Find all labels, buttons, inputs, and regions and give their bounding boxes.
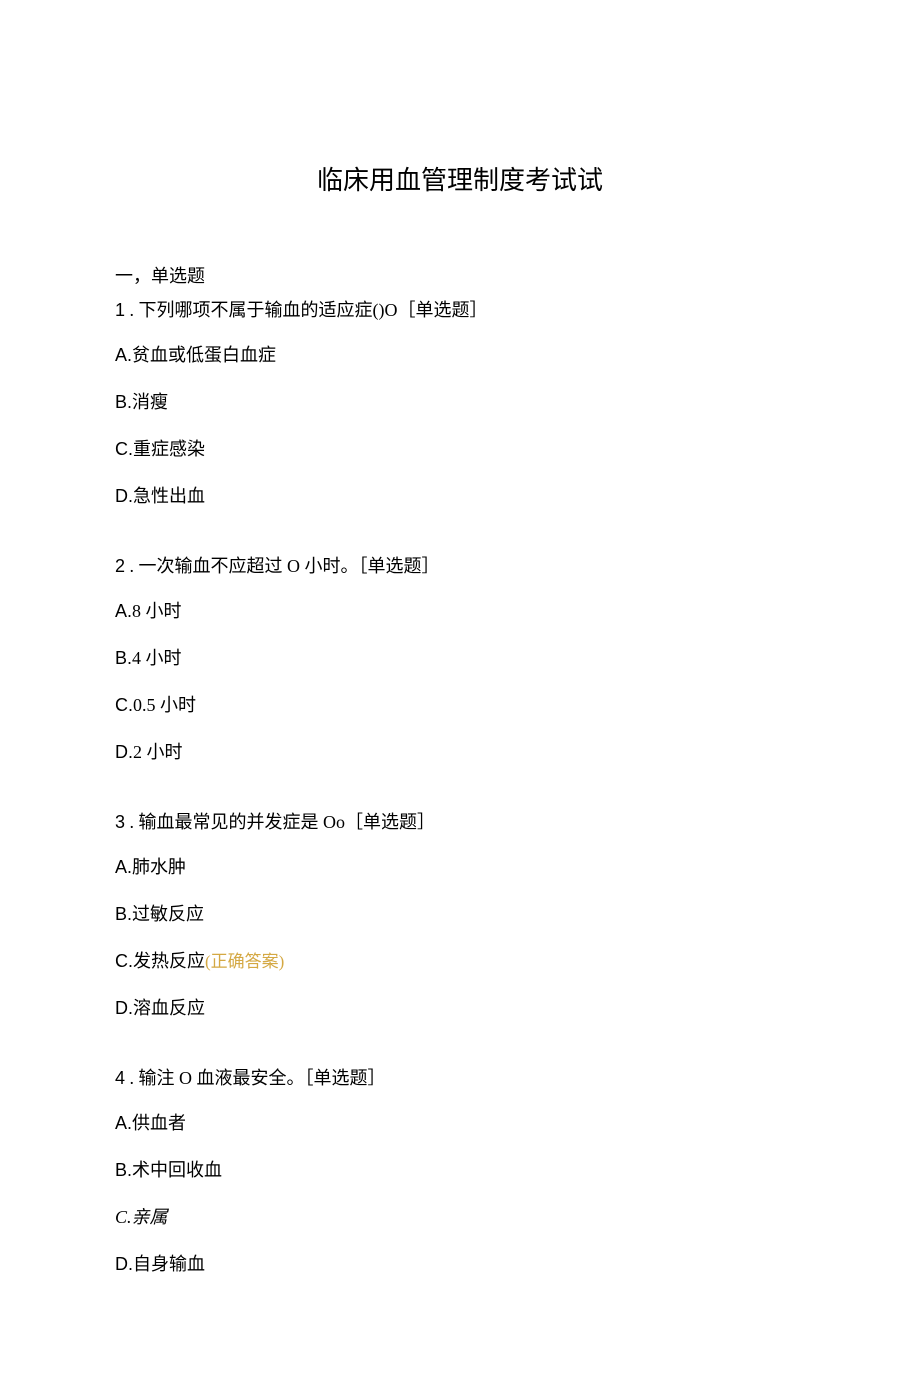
question-block: 2 . 一次输血不应超过 O 小时。［单选题］ A.8 小时 B.4 小时 C.… xyxy=(115,552,805,766)
option-label: B. xyxy=(115,392,132,412)
question-stem: . 一次输血不应超过 O 小时。［单选题］ xyxy=(125,556,440,576)
option-label: C. xyxy=(115,1207,132,1227)
option-label: B. xyxy=(115,904,132,924)
question-text: 2 . 一次输血不应超过 O 小时。［单选题］ xyxy=(115,552,805,581)
option-text: 自身输血 xyxy=(133,1254,205,1274)
question-block: 1 . 下列哪项不属于输血的适应症()O［单选题］ A.贫血或低蛋白血症 B.消… xyxy=(115,296,805,510)
option-label: B. xyxy=(115,648,132,668)
option-text: 术中回收血 xyxy=(132,1160,222,1180)
option-text: 8 小时 xyxy=(132,601,182,621)
option-b: B.术中回收血 xyxy=(115,1156,805,1185)
option-text: 2 小时 xyxy=(133,742,183,762)
section-header: 一，单选题 xyxy=(115,262,805,291)
question-block: 3 . 输血最常见的并发症是 Oo［单选题］ A.肺水肿 B.过敏反应 C.发热… xyxy=(115,808,805,1022)
option-text: 重症感染 xyxy=(133,439,205,459)
question-stem: . 输注 O 血液最安全。［单选题］ xyxy=(125,1068,386,1088)
option-a: A.肺水肿 xyxy=(115,853,805,882)
option-label: B. xyxy=(115,1160,132,1180)
question-text: 4 . 输注 O 血液最安全。［单选题］ xyxy=(115,1064,805,1093)
option-b: B.消瘦 xyxy=(115,388,805,417)
option-label: D. xyxy=(115,998,133,1018)
option-label: D. xyxy=(115,1254,133,1274)
option-label: A. xyxy=(115,857,132,877)
option-c: C.0.5 小时 xyxy=(115,691,805,720)
option-label: A. xyxy=(115,601,132,621)
option-c: C.发热反应(正确答案) xyxy=(115,947,805,976)
option-c: C.重症感染 xyxy=(115,435,805,464)
option-d: D.急性出血 xyxy=(115,482,805,511)
option-label: C. xyxy=(115,951,133,971)
option-a: A.供血者 xyxy=(115,1109,805,1138)
option-text: 溶血反应 xyxy=(133,998,205,1018)
option-label: A. xyxy=(115,1113,132,1133)
option-text: 4 小时 xyxy=(132,648,182,668)
option-label: C. xyxy=(115,695,133,715)
question-number: 1 xyxy=(115,300,125,320)
question-number: 3 xyxy=(115,812,125,832)
option-text: 供血者 xyxy=(132,1113,186,1133)
question-text: 1 . 下列哪项不属于输血的适应症()O［单选题］ xyxy=(115,296,805,325)
option-text: 贫血或低蛋白血症 xyxy=(132,345,276,365)
option-text: 肺水肿 xyxy=(132,857,186,877)
option-a: A.贫血或低蛋白血症 xyxy=(115,341,805,370)
option-label: C. xyxy=(115,439,133,459)
option-text: 0.5 小时 xyxy=(133,695,196,715)
option-d: D.溶血反应 xyxy=(115,994,805,1023)
option-text: 消瘦 xyxy=(132,392,168,412)
option-text: 发热反应 xyxy=(133,951,205,971)
question-stem: . 输血最常见的并发症是 Oo［单选题］ xyxy=(125,812,435,832)
option-b: B.过敏反应 xyxy=(115,900,805,929)
question-block: 4 . 输注 O 血液最安全。［单选题］ A.供血者 B.术中回收血 C.亲属 … xyxy=(115,1064,805,1278)
option-text: 急性出血 xyxy=(133,486,205,506)
option-label: D. xyxy=(115,486,133,506)
page-title: 临床用血管理制度考试试 xyxy=(115,160,805,202)
option-label: A. xyxy=(115,345,132,365)
option-text: 亲属 xyxy=(132,1207,168,1227)
option-d: D.2 小时 xyxy=(115,738,805,767)
option-text: 过敏反应 xyxy=(132,904,204,924)
option-c: C.亲属 xyxy=(115,1203,805,1232)
question-text: 3 . 输血最常见的并发症是 Oo［单选题］ xyxy=(115,808,805,837)
question-number: 4 xyxy=(115,1068,125,1088)
option-d: D.自身输血 xyxy=(115,1250,805,1279)
question-number: 2 xyxy=(115,556,125,576)
option-label: D. xyxy=(115,742,133,762)
question-stem: . 下列哪项不属于输血的适应症()O［单选题］ xyxy=(125,300,488,320)
correct-answer-label: (正确答案) xyxy=(205,952,284,971)
option-a: A.8 小时 xyxy=(115,597,805,626)
option-b: B.4 小时 xyxy=(115,644,805,673)
